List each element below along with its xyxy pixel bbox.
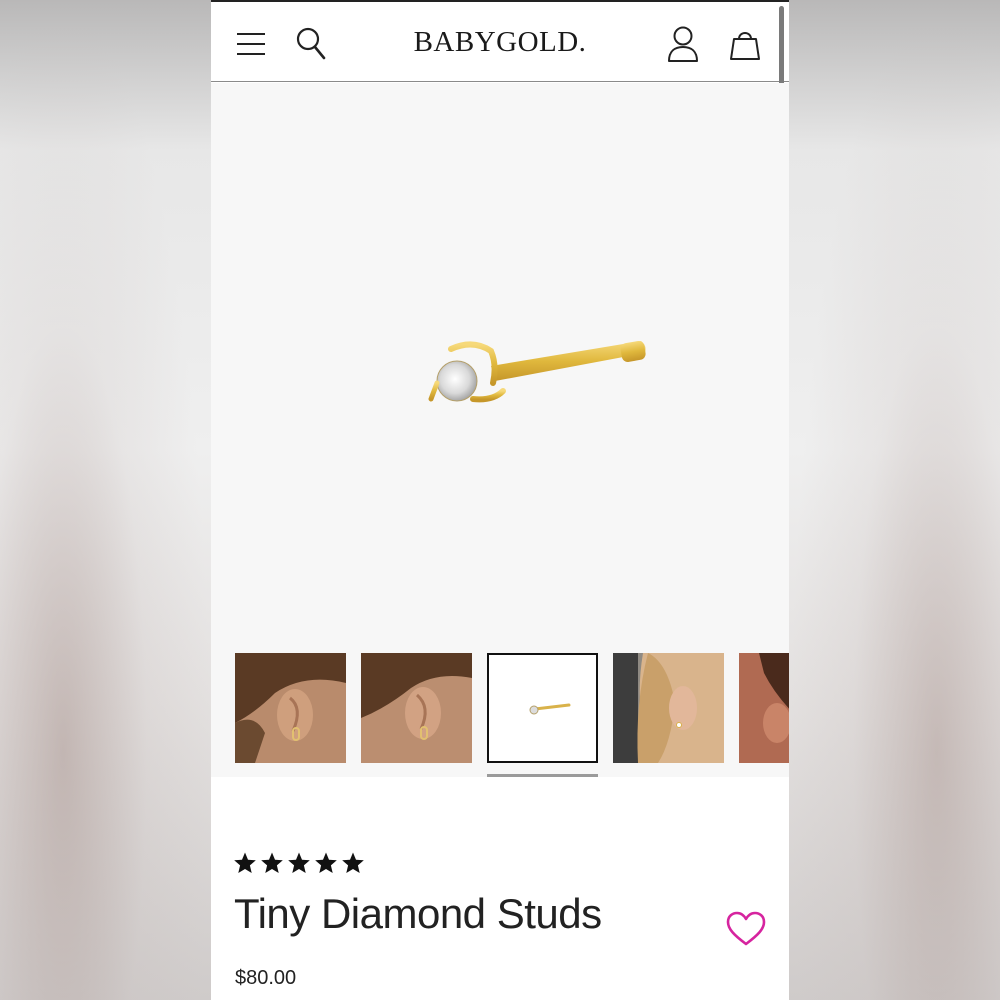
product-info: Tiny Diamond Studs $80.00 bbox=[211, 777, 789, 1000]
thumbnail[interactable] bbox=[235, 653, 346, 763]
thumbnail-strip bbox=[235, 653, 789, 763]
star-icon bbox=[261, 852, 283, 873]
thumbnail[interactable] bbox=[739, 653, 789, 763]
rating-stars[interactable] bbox=[233, 851, 365, 875]
star-icon bbox=[288, 852, 310, 873]
product-price: $80.00 bbox=[235, 967, 297, 989]
star-icon bbox=[342, 852, 364, 873]
heart-icon[interactable] bbox=[726, 911, 766, 947]
background-left bbox=[0, 0, 211, 1000]
phone-screen: BABYGOLD. Tiny Diamond Studs $80.00 bbox=[211, 0, 789, 1000]
site-header: BABYGOLD. bbox=[211, 0, 789, 82]
star-icon bbox=[234, 852, 256, 873]
thumbnail-selected[interactable] bbox=[487, 653, 598, 763]
shopping-bag-icon[interactable] bbox=[725, 24, 765, 64]
product-title: Tiny Diamond Studs bbox=[234, 890, 602, 937]
star-icon bbox=[315, 852, 337, 873]
thumbnail[interactable] bbox=[361, 653, 472, 763]
background-right bbox=[789, 0, 1000, 1000]
account-icon[interactable] bbox=[663, 24, 703, 64]
thumbnail[interactable] bbox=[613, 653, 724, 763]
earring-illustration bbox=[428, 341, 646, 403]
